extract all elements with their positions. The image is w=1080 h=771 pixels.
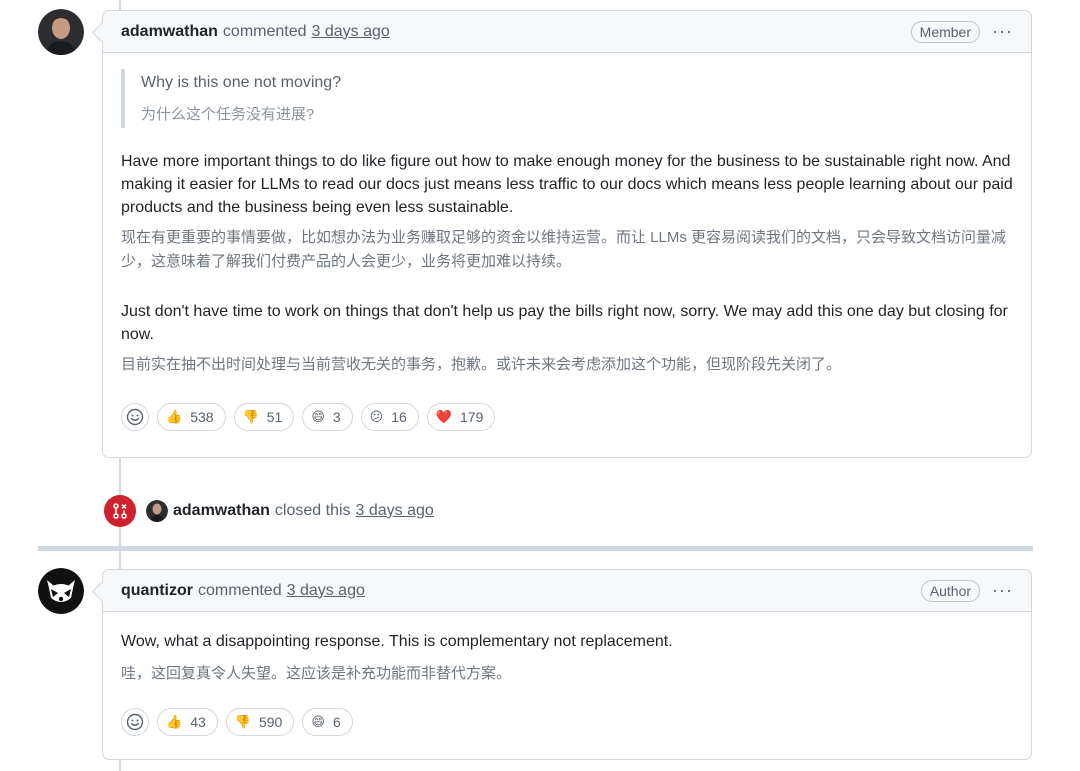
laugh-icon: 😄 <box>311 714 325 729</box>
reaction-thumbs-up[interactable]: 👍 538 <box>157 403 226 431</box>
pull-request-closed-icon <box>104 495 136 527</box>
event-author[interactable]: adamwathan <box>173 502 270 520</box>
paragraph-en: Just don't have time to work on things t… <box>121 303 1008 343</box>
add-reaction-button[interactable] <box>121 708 149 736</box>
avatar-adamwathan[interactable] <box>38 9 84 55</box>
reaction-count: 179 <box>460 409 484 425</box>
avatar-adamwathan-small[interactable] <box>146 500 168 522</box>
thumbs-up-icon: 👍 <box>166 409 183 424</box>
thumbs-up-icon: 👍 <box>166 714 183 729</box>
paragraph-en: Wow, what a disappointing response. This… <box>121 633 673 650</box>
reaction-thumbs-up[interactable]: 👍 43 <box>157 708 218 736</box>
avatar-quantizor[interactable] <box>38 568 84 614</box>
event-timestamp[interactable]: 3 days ago <box>356 502 434 520</box>
add-reaction-button[interactable] <box>121 403 149 431</box>
paragraph-en: Have more important things to do like fi… <box>121 153 1013 216</box>
kebab-menu-icon[interactable]: ··· <box>992 21 1013 42</box>
laugh-icon: 😄 <box>311 409 325 424</box>
reaction-laugh[interactable]: 😄 6 <box>302 708 353 736</box>
paragraph-zh: 现在有更重要的事情要做，比如想办法为业务赚取足够的资金以维持运营。而让 LLMs… <box>121 229 1007 270</box>
smiley-icon <box>126 713 144 731</box>
reaction-count: 43 <box>190 714 206 730</box>
reactions-bar: 👍 43 👎 590 😄 6 <box>121 708 1013 736</box>
reaction-confused[interactable]: 😕 16 <box>360 403 419 431</box>
issue-timeline: adamwathan commented 3 days ago Member ·… <box>0 0 1080 771</box>
comment-body: Why is this one not moving? 为什么这个任务没有进展?… <box>103 53 1031 449</box>
reactions-bar: 👍 538 👎 51 😄 3 😕 16 ❤️ 179 <box>121 403 1013 431</box>
reaction-count: 51 <box>266 409 283 425</box>
paragraph-zh: 目前实在抽不出时间处理与当前营收无关的事务，抱歉。或许未来会考虑添加这个功能，但… <box>121 356 842 373</box>
reaction-count: 6 <box>332 714 341 730</box>
smiley-icon <box>126 408 144 426</box>
comment-card: quantizor commented 3 days ago Author ··… <box>102 569 1032 760</box>
comment-card: adamwathan commented 3 days ago Member ·… <box>102 10 1032 458</box>
quote-text-en: Why is this one not moving? <box>141 74 342 91</box>
comment-header: adamwathan commented 3 days ago Member ·… <box>103 11 1031 53</box>
closed-event: adamwathan closed this 3 days ago <box>104 494 434 528</box>
paragraph-zh: 哇，这回复真令人失望。这应该是补充功能而非替代方案。 <box>121 665 512 682</box>
event-action: closed this <box>274 502 351 519</box>
comment-author[interactable]: quantizor <box>121 582 193 600</box>
reaction-count: 590 <box>258 714 283 730</box>
reaction-count: 16 <box>391 409 407 425</box>
kebab-menu-icon[interactable]: ··· <box>992 580 1013 601</box>
comment-timestamp[interactable]: 3 days ago <box>312 23 390 41</box>
confused-icon: 😕 <box>369 409 384 424</box>
thumbs-down-icon: 👎 <box>242 409 259 424</box>
comment-action: commented <box>198 581 282 599</box>
timeline-line <box>119 760 121 771</box>
comment-body: Wow, what a disappointing response. This… <box>103 612 1031 754</box>
reaction-thumbs-down[interactable]: 👎 51 <box>233 403 295 431</box>
reaction-count: 538 <box>190 409 214 425</box>
reaction-thumbs-down[interactable]: 👎 590 <box>225 708 295 736</box>
reaction-heart[interactable]: ❤️ 179 <box>426 403 496 431</box>
comment-timestamp[interactable]: 3 days ago <box>287 582 365 600</box>
thumbs-down-icon: 👎 <box>234 714 251 729</box>
reaction-laugh[interactable]: 😄 3 <box>302 403 353 431</box>
reaction-count: 3 <box>332 409 341 425</box>
comment-action: commented <box>222 22 307 40</box>
member-badge: Member <box>910 20 981 43</box>
timeline-divider <box>38 546 1033 551</box>
comment-author[interactable]: adamwathan <box>121 23 218 41</box>
author-badge: Author <box>920 579 981 602</box>
heart-icon: ❤️ <box>435 409 452 424</box>
quote-text-zh: 为什么这个任务没有进展? <box>141 106 315 123</box>
blockquote: Why is this one not moving? 为什么这个任务没有进展? <box>121 69 1013 128</box>
comment-header: quantizor commented 3 days ago Author ··… <box>103 570 1031 612</box>
